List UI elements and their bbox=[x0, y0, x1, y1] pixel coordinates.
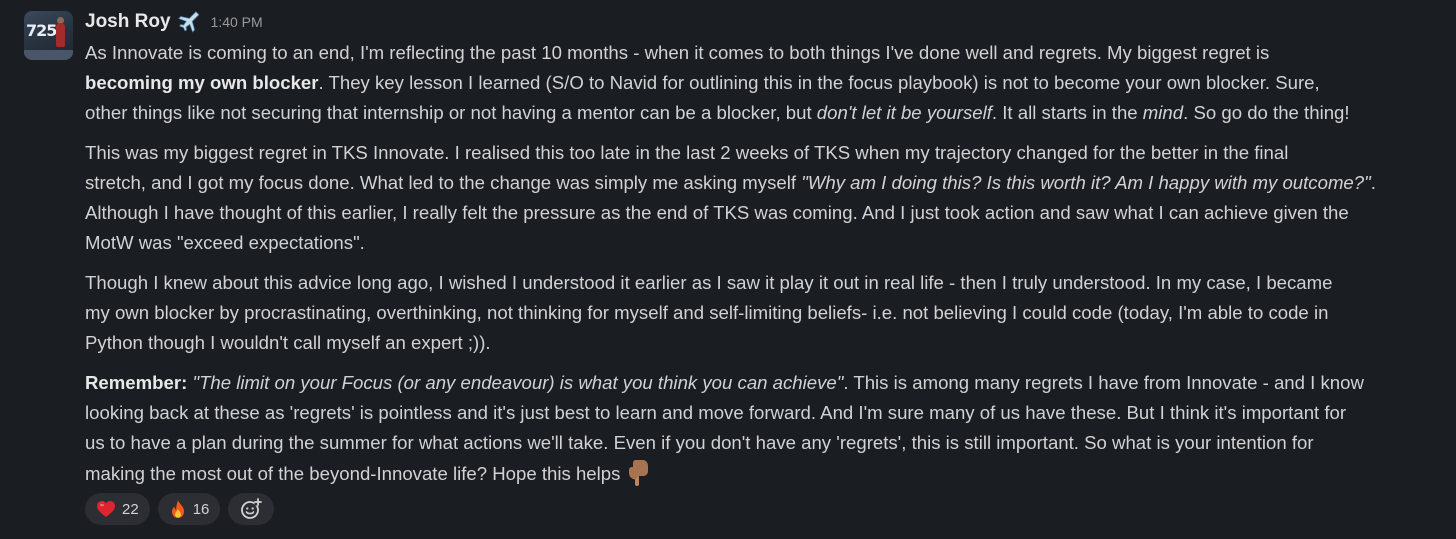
text-span: Although I have thought of this earlier,… bbox=[85, 202, 1349, 223]
reactions-bar: 22 16 bbox=[85, 493, 275, 525]
text-span: MotW was "exceed expectations". bbox=[85, 232, 365, 253]
reaction-fire[interactable]: 16 bbox=[157, 493, 221, 525]
text-line: us to have a plan during the summer for … bbox=[85, 428, 1450, 458]
avatar[interactable]: 725 bbox=[24, 11, 73, 60]
airplane-icon[interactable] bbox=[177, 10, 201, 34]
text-span: Though I knew about this advice long ago… bbox=[85, 272, 1333, 293]
text-span: looking back at these as 'regrets' is po… bbox=[85, 402, 1347, 423]
add-reaction-icon bbox=[240, 498, 263, 520]
text-span: As Innovate is coming to an end, I'm ref… bbox=[85, 42, 1270, 63]
reaction-heart[interactable]: 22 bbox=[85, 493, 150, 525]
text-line: As Innovate is coming to an end, I'm ref… bbox=[85, 38, 1450, 68]
text-span: . bbox=[1370, 172, 1376, 193]
text-span: Python though I wouldn't call myself an … bbox=[85, 332, 491, 353]
red-heart-icon bbox=[96, 500, 116, 518]
bold-text: Remember: bbox=[85, 372, 188, 393]
add-reaction-button[interactable] bbox=[228, 493, 275, 525]
paragraph-4: Remember: "The limit on your Focus (or a… bbox=[85, 368, 1450, 489]
text-line: making the most out of the beyond-Innova… bbox=[85, 458, 1450, 489]
italic-text: "Why am I doing this? Is this worth it? … bbox=[801, 172, 1371, 193]
fire-icon bbox=[169, 499, 187, 519]
paragraph-2: This was my biggest regret in TKS Innova… bbox=[85, 138, 1450, 258]
author-name[interactable]: Josh Roy bbox=[85, 11, 171, 33]
text-span: making the most out of the beyond-Innova… bbox=[85, 463, 621, 484]
text-line: stretch, and I got my focus done. What l… bbox=[85, 168, 1450, 198]
text-line: Remember: "The limit on your Focus (or a… bbox=[85, 368, 1450, 398]
text-span: stretch, and I got my focus done. What l… bbox=[85, 172, 802, 193]
italic-text: don't let it be yourself bbox=[816, 102, 992, 123]
message-header: Josh Roy 1:40 PM bbox=[85, 8, 263, 36]
text-line: Though I knew about this advice long ago… bbox=[85, 268, 1450, 298]
text-span: . They key lesson I learned (S/O to Navi… bbox=[318, 72, 1320, 93]
text-line: MotW was "exceed expectations". bbox=[85, 228, 1450, 258]
text-line: looking back at these as 'regrets' is po… bbox=[85, 398, 1450, 428]
avatar-figure bbox=[56, 23, 65, 47]
text-span: This was my biggest regret in TKS Innova… bbox=[85, 142, 1289, 163]
text-span: . This is among many regrets I have from… bbox=[843, 372, 1364, 393]
text-span: . It all starts in the bbox=[991, 102, 1143, 123]
text-line: other things like not securing that inte… bbox=[85, 98, 1450, 128]
text-line: Python though I wouldn't call myself an … bbox=[85, 328, 1450, 358]
italic-text: mind bbox=[1142, 102, 1184, 123]
bold-text: becoming my own blocker bbox=[85, 72, 319, 93]
message-body: As Innovate is coming to an end, I'm ref… bbox=[85, 38, 1450, 499]
paragraph-3: Though I knew about this advice long ago… bbox=[85, 268, 1450, 358]
text-line: This was my biggest regret in TKS Innova… bbox=[85, 138, 1450, 168]
text-line: my own blocker by procrastinating, overt… bbox=[85, 298, 1450, 328]
text-line: becoming my own blocker. They key lesson… bbox=[85, 68, 1450, 98]
timestamp[interactable]: 1:40 PM bbox=[211, 14, 263, 30]
message: 725 Josh Roy 1:40 PM As Innovate is comi… bbox=[0, 0, 1456, 539]
reaction-count: 16 bbox=[192, 500, 210, 518]
text-span: . So go do the thing! bbox=[1183, 102, 1350, 123]
avatar-floor bbox=[24, 50, 73, 60]
avatar-text: 725 bbox=[26, 21, 57, 40]
paragraph-1: As Innovate is coming to an end, I'm ref… bbox=[85, 38, 1450, 128]
reaction-count: 22 bbox=[122, 500, 139, 518]
text-span: us to have a plan during the summer for … bbox=[85, 432, 1314, 453]
text-span: other things like not securing that inte… bbox=[85, 102, 817, 123]
pointing-down-icon bbox=[626, 458, 652, 486]
text-span: my own blocker by procrastinating, overt… bbox=[85, 302, 1329, 323]
italic-text: "The limit on your Focus (or any endeavo… bbox=[187, 372, 844, 393]
text-line: Although I have thought of this earlier,… bbox=[85, 198, 1450, 228]
